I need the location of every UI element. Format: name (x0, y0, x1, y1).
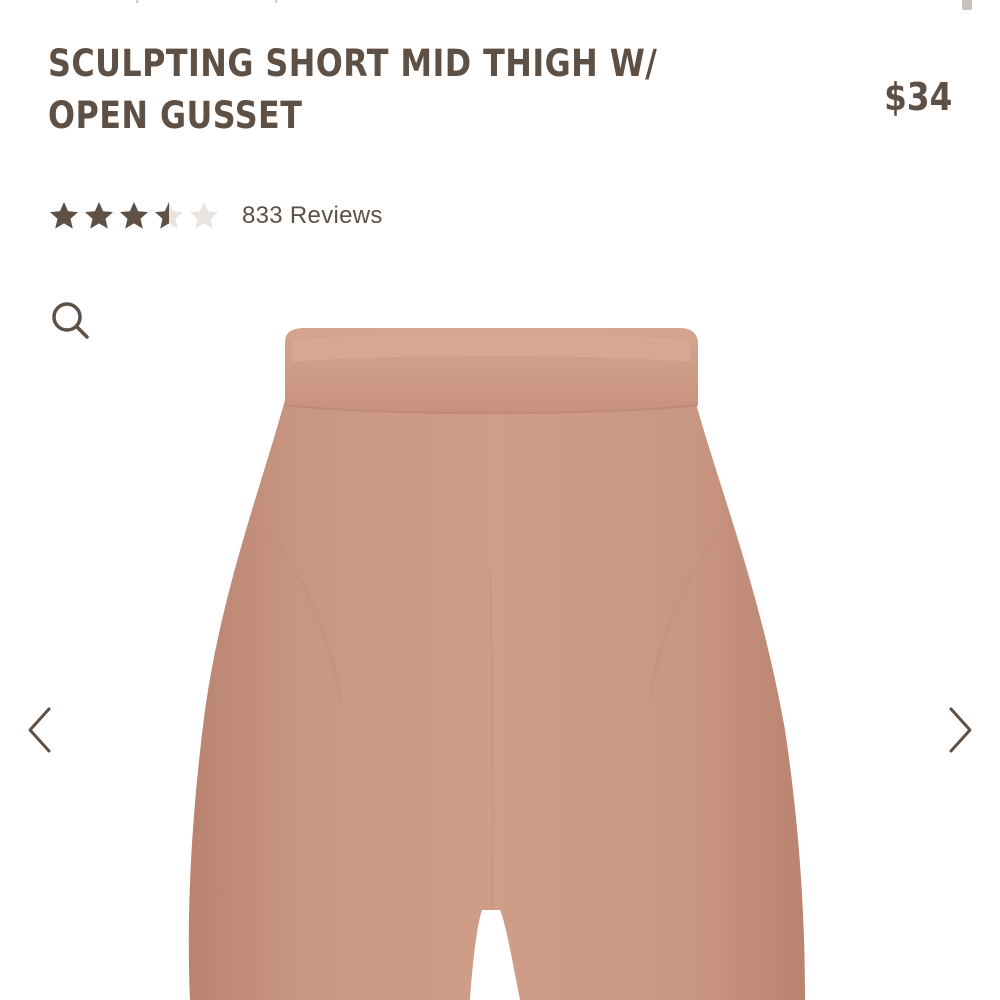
reviews-count-link[interactable]: 833 Reviews (242, 202, 383, 230)
search-icon (52, 302, 89, 339)
breadcrumb[interactable] (48, 0, 1000, 6)
breadcrumb-separator (274, 0, 281, 3)
star-icon (85, 202, 113, 229)
star-rating (48, 200, 220, 232)
product-image-gallery[interactable] (0, 270, 1000, 1000)
product-page: SCULPTING SHORT MID THIGH W/ OPEN GUSSET… (0, 0, 1000, 1000)
zoom-search-button[interactable] (46, 296, 94, 344)
rating-summary[interactable]: 833 Reviews (48, 196, 383, 236)
product-title: SCULPTING SHORT MID THIGH W/ OPEN GUSSET (48, 42, 658, 137)
chevron-left-icon (28, 707, 51, 753)
scroll-indicator (962, 0, 972, 10)
star-icon (190, 202, 218, 229)
star-icon (50, 202, 78, 229)
star-icon (155, 202, 183, 229)
chevron-right-icon (949, 707, 972, 753)
next-image-button[interactable] (936, 700, 986, 760)
previous-image-button[interactable] (14, 700, 64, 760)
breadcrumb-separator (135, 0, 143, 3)
product-price: $34 (883, 75, 952, 119)
star-icon (120, 202, 148, 229)
product-image (188, 328, 806, 1000)
